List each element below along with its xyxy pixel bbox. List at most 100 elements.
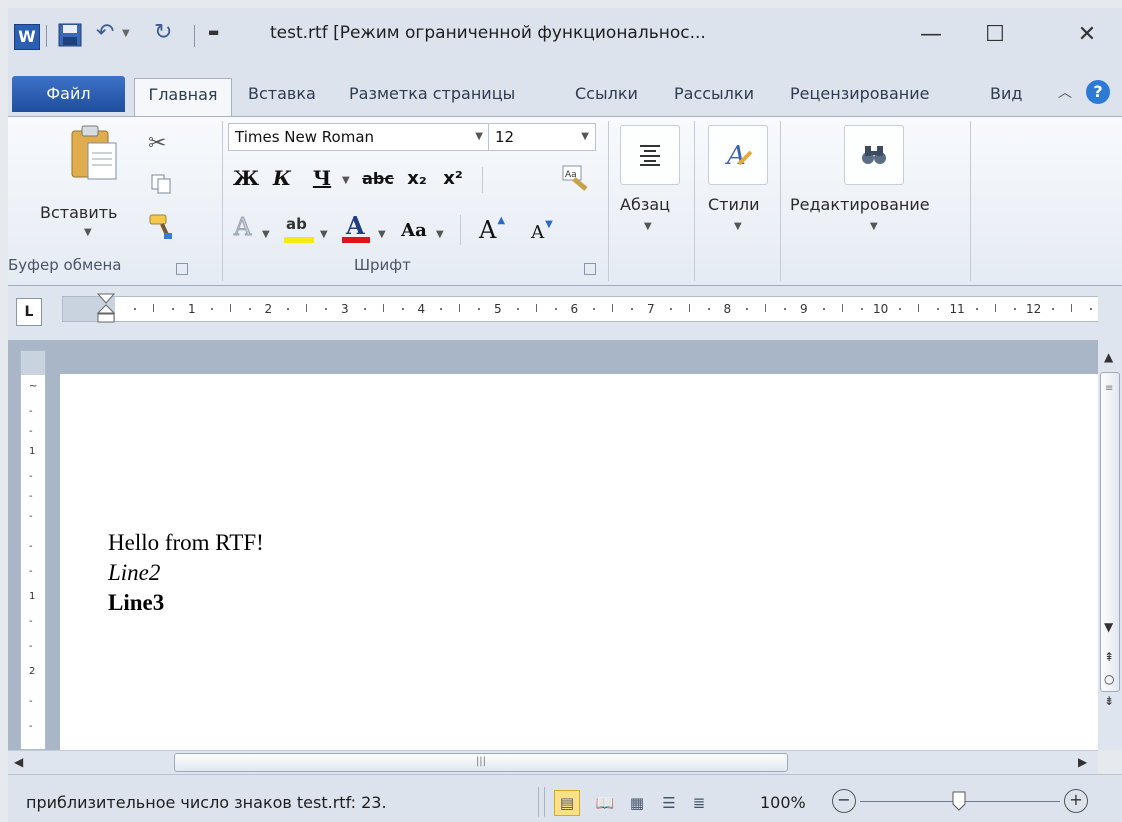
scroll-up-icon[interactable]: ▲ <box>1104 350 1113 364</box>
document-line-2[interactable]: Line2 <box>108 558 264 588</box>
text-effects-dropdown-icon[interactable]: ▼ <box>262 229 270 240</box>
font-size-dropdown-icon[interactable]: ▼ <box>581 124 589 150</box>
ruler-number-2: 2 <box>264 302 273 316</box>
tab-view[interactable]: Вид <box>990 78 1022 110</box>
zoom-slider-thumb[interactable] <box>952 791 966 811</box>
paragraph-dropdown-icon[interactable]: ▼ <box>644 221 652 232</box>
zoom-level[interactable]: 100% <box>760 793 806 812</box>
help-button[interactable]: ? <box>1086 80 1110 104</box>
ruler-dot <box>860 308 863 310</box>
document-page[interactable]: Hello from RTF! Line2 Line3 <box>60 374 1098 750</box>
font-name-dropdown-icon[interactable]: ▼ <box>475 124 483 150</box>
styles-button[interactable]: A <box>708 125 768 185</box>
editing-label[interactable]: Редактирование <box>790 195 930 214</box>
tab-references[interactable]: Ссылки <box>575 78 638 110</box>
copy-icon[interactable] <box>150 173 172 199</box>
styles-icon: A <box>725 141 753 171</box>
ruler-dot <box>210 308 213 310</box>
editing-button[interactable] <box>844 125 904 185</box>
undo-icon[interactable]: ↶ <box>96 20 114 45</box>
font-launcher-icon[interactable] <box>584 263 596 275</box>
vertical-ruler[interactable]: ~ - - 1 - - - - - 1 - - 2 - - <box>20 350 46 750</box>
italic-button[interactable]: К <box>268 163 296 193</box>
format-painter-icon[interactable] <box>148 213 174 245</box>
shrink-font-button[interactable]: A ▼ <box>522 217 562 247</box>
paragraph-label[interactable]: Абзац <box>620 195 670 214</box>
draft-view-icon[interactable]: ≣ <box>686 790 712 816</box>
highlight-dropdown-icon[interactable]: ▼ <box>320 229 328 240</box>
print-layout-view-icon[interactable]: ▤ <box>554 790 580 816</box>
outline-view-icon[interactable]: ☰ <box>656 790 682 816</box>
select-browse-object-icon[interactable]: ○ <box>1104 672 1114 686</box>
undo-dropdown-icon[interactable]: ▼ <box>122 28 130 39</box>
grow-font-label: A <box>478 216 497 244</box>
web-layout-view-icon[interactable]: ▦ <box>624 790 650 816</box>
scroll-down-icon[interactable]: ▼ <box>1104 620 1113 634</box>
clipboard-launcher-icon[interactable] <box>176 263 188 275</box>
close-button[interactable]: ✕ <box>1064 14 1110 54</box>
paste-button[interactable] <box>66 123 122 183</box>
font-color-dropdown-icon[interactable]: ▼ <box>378 229 386 240</box>
collapse-ribbon-icon[interactable]: ︿ <box>1058 82 1072 102</box>
paste-icon <box>71 125 117 180</box>
tab-selector-button[interactable]: L <box>16 298 42 326</box>
maximize-button[interactable]: ☐ <box>972 14 1018 54</box>
save-icon[interactable] <box>58 22 82 52</box>
next-page-icon[interactable]: ⇟ <box>1104 694 1114 708</box>
vertical-scroll-thumb[interactable]: ≡ <box>1100 372 1120 692</box>
document-line-3[interactable]: Line3 <box>108 588 264 618</box>
ruler-dot <box>1013 308 1016 310</box>
font-size-combo[interactable]: 12 ▼ <box>488 123 596 151</box>
indent-marker-icon[interactable] <box>96 293 116 325</box>
ruler-tick <box>382 304 384 312</box>
styles-label[interactable]: Стили <box>708 195 760 214</box>
editing-dropdown-icon[interactable]: ▼ <box>870 221 878 232</box>
ruler-dot <box>975 308 978 310</box>
zoom-in-button[interactable]: + <box>1064 789 1088 813</box>
paste-dropdown-icon[interactable]: ▼ <box>84 227 92 238</box>
tab-page-layout[interactable]: Разметка страницы <box>349 78 515 110</box>
highlight-icon[interactable]: ab <box>280 213 316 245</box>
full-screen-reading-view-icon[interactable]: 📖 <box>592 790 618 816</box>
strikethrough-button[interactable]: abc <box>358 163 398 193</box>
word-app-icon[interactable]: W <box>14 24 40 50</box>
ruler-tick <box>612 304 614 312</box>
vertical-scrollbar[interactable]: ▲ ≡ ▼ ⇞ ○ ⇟ <box>1098 286 1122 750</box>
underline-button[interactable]: Ч <box>308 163 336 193</box>
minimize-button[interactable]: — <box>908 14 954 54</box>
tab-mailings[interactable]: Рассылки <box>674 78 754 110</box>
customize-qat-icon[interactable]: ▬ <box>208 25 219 39</box>
change-case-button[interactable]: Aa <box>396 215 432 245</box>
ruler-tick <box>841 304 843 312</box>
superscript-button[interactable]: x² <box>436 163 470 193</box>
document-line-1[interactable]: Hello from RTF! <box>108 528 264 558</box>
scroll-right-icon[interactable]: ▶ <box>1078 755 1087 769</box>
change-case-dropdown-icon[interactable]: ▼ <box>436 229 444 240</box>
font-name-combo[interactable]: Times New Roman ▼ <box>228 123 490 151</box>
horizontal-scrollbar[interactable]: ◀ ||| ▶ <box>8 750 1098 774</box>
tab-insert[interactable]: Вставка <box>248 78 316 110</box>
bold-button[interactable]: Ж <box>232 163 260 193</box>
tab-file[interactable]: Файл <box>12 76 125 112</box>
styles-dropdown-icon[interactable]: ▼ <box>734 221 742 232</box>
previous-page-icon[interactable]: ⇞ <box>1104 650 1114 664</box>
document-body[interactable]: Hello from RTF! Line2 Line3 <box>108 528 264 618</box>
grow-font-button[interactable]: A ▲ <box>472 215 512 245</box>
tab-home[interactable]: Главная <box>134 78 232 117</box>
horizontal-ruler[interactable]: 12345678910111213 <box>62 293 1118 325</box>
subscript-button[interactable]: x₂ <box>400 163 434 193</box>
redo-icon[interactable]: ↻ <box>154 20 172 45</box>
clear-formatting-icon[interactable]: Aa <box>560 163 590 197</box>
word-count-status[interactable]: приблизительное число знаков test.rtf: 2… <box>26 793 387 812</box>
paragraph-button[interactable] <box>620 125 680 185</box>
text-effects-icon[interactable]: A <box>233 213 251 242</box>
ruler-tick <box>535 304 537 312</box>
cut-icon[interactable]: ✂ <box>148 131 166 156</box>
tab-review[interactable]: Рецензирование <box>790 78 929 110</box>
paste-label[interactable]: Вставить <box>40 203 117 222</box>
scroll-left-icon[interactable]: ◀ <box>14 755 23 769</box>
font-color-icon[interactable]: A <box>340 211 372 245</box>
zoom-out-button[interactable]: − <box>832 789 856 813</box>
underline-dropdown-icon[interactable]: ▼ <box>342 175 350 186</box>
horizontal-scroll-thumb[interactable]: ||| <box>174 753 788 772</box>
